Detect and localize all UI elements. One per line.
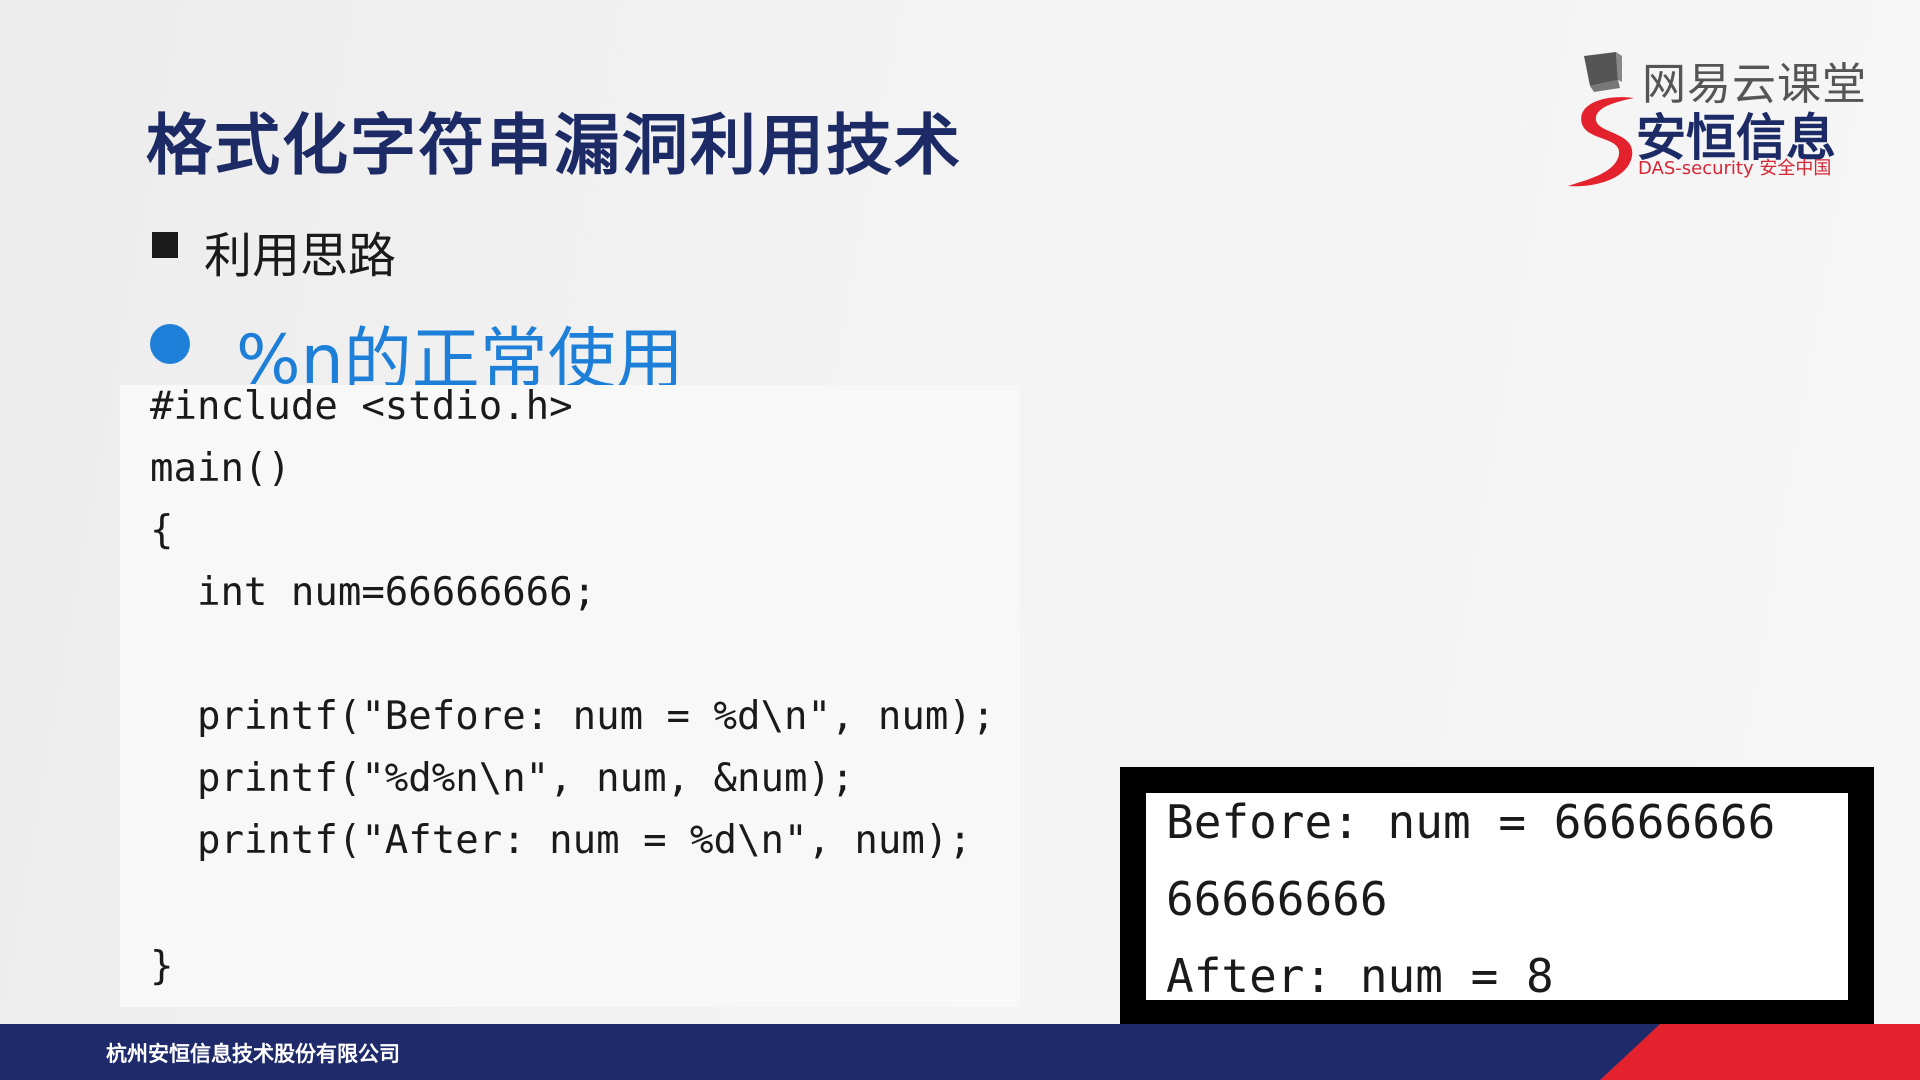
footer-company-name: 杭州安恒信息技术股份有限公司: [106, 1042, 400, 1066]
circle-bullet-icon: [150, 324, 190, 364]
das-security-subtitle: DAS-security 安全中国: [1638, 158, 1832, 179]
code-line: }: [150, 944, 174, 989]
code-line: printf("Before: num = %d\n", num);: [150, 694, 996, 739]
console-line: Before: num = 66666666: [1166, 795, 1776, 849]
footer-accent: [1600, 1024, 1920, 1080]
console-line: After: num = 8: [1166, 949, 1554, 1003]
slide: 格式化字符串漏洞利用技术 利用思路 %n的正常使用 #include <stdi…: [0, 0, 1920, 1080]
code-line: main(): [150, 446, 291, 491]
console-output-window: Before: num = 66666666 66666666 After: n…: [1120, 767, 1874, 1024]
square-bullet-icon: [152, 232, 178, 258]
code-line: {: [150, 508, 174, 553]
bullet-heading: 利用思路: [204, 228, 397, 284]
console-line: 66666666: [1166, 872, 1388, 926]
code-line: printf("%d%n\n", num, &num);: [150, 756, 855, 801]
code-line: int num=66666666;: [150, 570, 597, 615]
slide-title: 格式化字符串漏洞利用技术: [146, 107, 962, 184]
logo-area: 网易云课堂 安恒信息 DAS-security 安全中国: [1560, 44, 1890, 194]
console-output-area: Before: num = 66666666 66666666 After: n…: [1146, 793, 1848, 1003]
das-security-s-icon: [1568, 97, 1634, 187]
code-line: #include <stdio.h>: [150, 384, 573, 429]
footer-bar: 杭州安恒信息技术股份有限公司: [0, 1024, 1920, 1080]
netease-logo-icon: [1584, 52, 1622, 92]
code-line: printf("After: num = %d\n", num);: [150, 818, 972, 863]
